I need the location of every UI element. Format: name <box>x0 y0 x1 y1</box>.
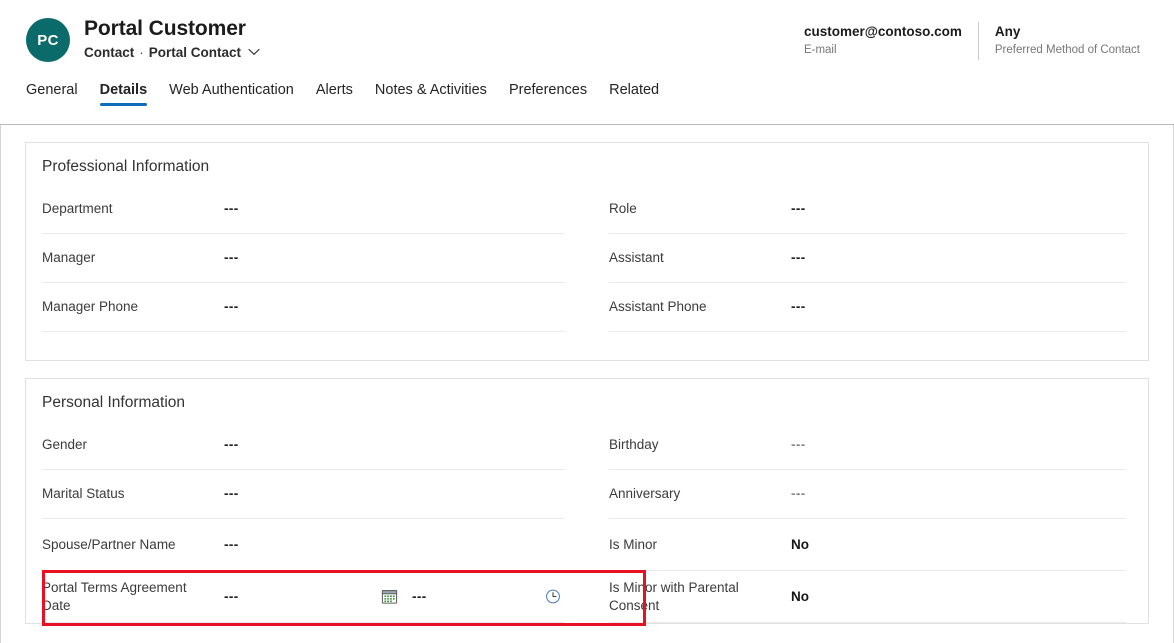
field-value[interactable]: --- <box>224 485 565 503</box>
tab-alerts[interactable]: Alerts <box>305 81 364 110</box>
field-label: Anniversary <box>609 485 791 503</box>
section-title: Professional Information <box>26 143 1148 185</box>
field-role[interactable]: Role --- <box>609 185 1126 234</box>
field-label: Gender <box>42 436 224 454</box>
field-value[interactable]: --- <box>791 436 1126 454</box>
header-field-value: Any <box>995 22 1140 41</box>
avatar: PC <box>26 18 70 62</box>
section-title: Personal Information <box>26 379 1148 421</box>
time-value[interactable]: --- <box>412 588 427 606</box>
field-department[interactable]: Department --- <box>42 185 565 234</box>
header-field-label: Preferred Method of Contact <box>995 42 1140 59</box>
field-value[interactable]: --- <box>224 249 565 267</box>
field-label: Role <box>609 200 791 218</box>
chevron-down-icon[interactable] <box>248 48 260 56</box>
field-value[interactable]: --- <box>791 298 1126 316</box>
header-field-label: E-mail <box>804 42 962 59</box>
form-body: Professional Information Department --- … <box>0 125 1174 643</box>
contact-details-form: PC Portal Customer Contact · Portal Cont… <box>0 0 1174 643</box>
field-value[interactable]: --- <box>224 436 565 454</box>
column-bottom-spacer <box>42 332 565 360</box>
field-value[interactable]: No <box>791 588 1126 606</box>
field-label: Manager Phone <box>42 298 224 316</box>
tab-preferences[interactable]: Preferences <box>498 81 598 110</box>
field-label: Manager <box>42 249 224 267</box>
section-column-left: Gender --- Marital Status --- Spouse/Par… <box>26 421 587 623</box>
field-label: Assistant Phone <box>609 298 791 316</box>
section-column-right: Birthday --- Anniversary --- Is Minor No… <box>587 421 1148 623</box>
time-part[interactable]: --- <box>412 587 565 607</box>
field-label: Assistant <box>609 249 791 267</box>
section-columns: Department --- Manager --- Manager Phone… <box>26 185 1148 360</box>
column-bottom-spacer <box>609 332 1126 360</box>
date-part[interactable]: --- <box>224 587 399 607</box>
field-value[interactable]: --- <box>224 536 565 554</box>
section-columns: Gender --- Marital Status --- Spouse/Par… <box>26 421 1148 623</box>
calendar-icon[interactable] <box>379 587 399 607</box>
field-label: Marital Status <box>42 485 224 503</box>
field-value[interactable]: --- <box>791 249 1126 267</box>
field-assistant-phone[interactable]: Assistant Phone --- <box>609 283 1126 332</box>
tab-details[interactable]: Details <box>89 81 159 110</box>
field-label: Birthday <box>609 436 791 454</box>
record-header-top: PC Portal Customer Contact · Portal Cont… <box>0 0 1174 70</box>
field-value[interactable]: --- <box>791 485 1126 503</box>
field-label: Is Minor with Parental Consent <box>609 579 791 615</box>
field-gender[interactable]: Gender --- <box>42 421 565 470</box>
date-value[interactable]: --- <box>224 588 379 606</box>
field-is-minor-with-parental-consent[interactable]: Is Minor with Parental Consent No <box>609 571 1126 623</box>
field-marital-status[interactable]: Marital Status --- <box>42 470 565 519</box>
field-label: Is Minor <box>609 536 791 554</box>
header-field-email[interactable]: customer@contoso.com E-mail <box>788 22 978 59</box>
tab-general[interactable]: General <box>26 81 89 110</box>
record-subtitle: Contact · Portal Contact <box>84 43 260 63</box>
field-portal-terms-agreement-date[interactable]: Portal Terms Agreement Date --- <box>42 571 565 623</box>
header-field-value: customer@contoso.com <box>804 22 962 41</box>
header-field-preferred-method[interactable]: Any Preferred Method of Contact <box>978 22 1156 60</box>
field-manager[interactable]: Manager --- <box>42 234 565 283</box>
field-label: Spouse/Partner Name <box>42 536 224 554</box>
form-selector-label[interactable]: Portal Contact <box>149 43 241 63</box>
field-manager-phone[interactable]: Manager Phone --- <box>42 283 565 332</box>
field-label: Department <box>42 200 224 218</box>
datetime-editor: --- <box>224 587 565 607</box>
field-is-minor[interactable]: Is Minor No <box>609 519 1126 571</box>
field-value[interactable]: --- <box>791 200 1126 218</box>
section-professional-information: Professional Information Department --- … <box>25 142 1149 361</box>
field-value[interactable]: --- <box>224 298 565 316</box>
tab-notes-activities[interactable]: Notes & Activities <box>364 81 498 110</box>
tab-web-authentication[interactable]: Web Authentication <box>158 81 305 110</box>
section-personal-information: Personal Information Gender --- Marital … <box>25 378 1149 624</box>
field-label: Portal Terms Agreement Date <box>42 579 224 615</box>
subtitle-separator: · <box>139 43 144 63</box>
field-spouse-partner-name[interactable]: Spouse/Partner Name --- <box>42 519 565 571</box>
page-title: Portal Customer <box>84 16 260 42</box>
clock-icon[interactable] <box>545 587 565 607</box>
record-header: PC Portal Customer Contact · Portal Cont… <box>0 0 1174 125</box>
field-anniversary[interactable]: Anniversary --- <box>609 470 1126 519</box>
field-birthday[interactable]: Birthday --- <box>609 421 1126 470</box>
field-value[interactable]: No <box>791 536 1126 554</box>
section-column-left: Department --- Manager --- Manager Phone… <box>26 185 587 360</box>
tab-related[interactable]: Related <box>598 81 670 110</box>
form-tab-list: General Details Web Authentication Alert… <box>0 70 1174 110</box>
record-title-block: Portal Customer Contact · Portal Contact <box>84 16 260 63</box>
entity-name: Contact <box>84 43 134 63</box>
field-value[interactable]: --- <box>224 200 565 218</box>
section-column-right: Role --- Assistant --- Assistant Phone -… <box>587 185 1148 360</box>
header-quick-fields: customer@contoso.com E-mail Any Preferre… <box>788 16 1156 60</box>
field-assistant[interactable]: Assistant --- <box>609 234 1126 283</box>
